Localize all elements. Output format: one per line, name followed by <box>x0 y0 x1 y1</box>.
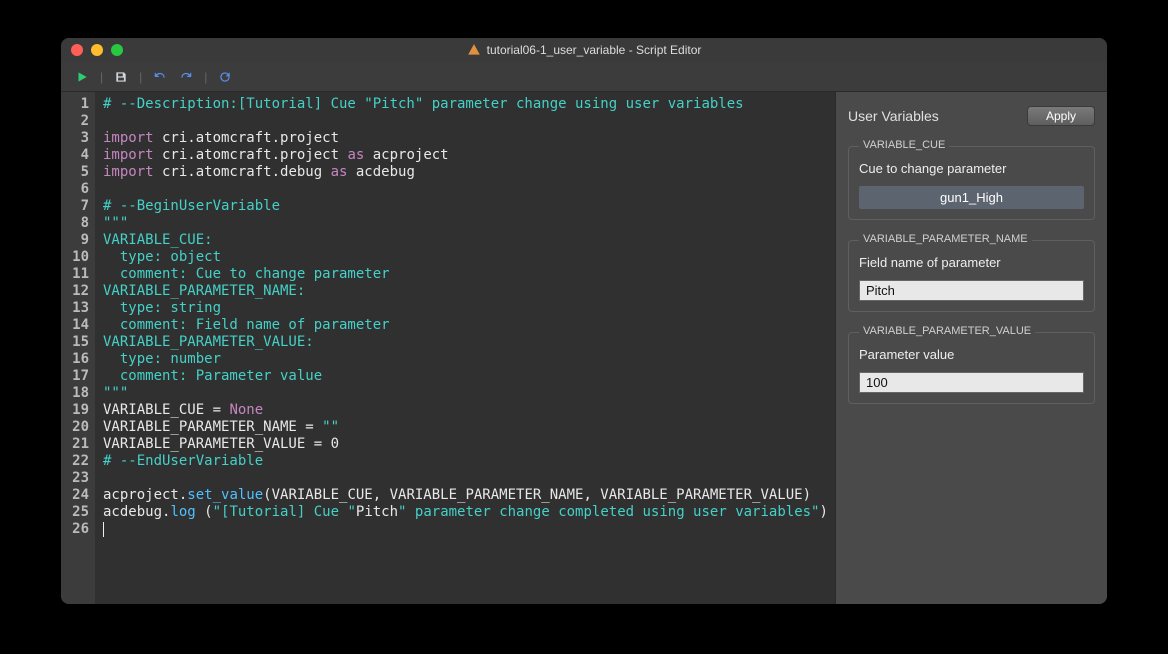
code-line[interactable]: VARIABLE_CUE = None <box>103 402 827 419</box>
maximize-button[interactable] <box>111 44 123 56</box>
code-line[interactable]: acproject.set_value(VARIABLE_CUE, VARIAB… <box>103 487 827 504</box>
code-line[interactable]: VARIABLE_PARAMETER_VALUE = 0 <box>103 436 827 453</box>
script-editor-window: tutorial06-1_user_variable - Script Edit… <box>61 38 1107 604</box>
code-line[interactable]: comment: Parameter value <box>103 368 827 385</box>
line-number: 8 <box>63 215 89 232</box>
line-number: 11 <box>63 266 89 283</box>
variable-group: VARIABLE_PARAMETER_NAMEField name of par… <box>848 240 1095 312</box>
variable-comment: Field name of parameter <box>859 255 1084 270</box>
variable-object-dropzone[interactable]: gun1_High <box>859 186 1084 209</box>
line-number: 12 <box>63 283 89 300</box>
side-header: User Variables Apply <box>848 106 1095 126</box>
line-number: 4 <box>63 147 89 164</box>
text-cursor <box>103 522 104 537</box>
toolbar: | | | <box>61 62 1107 92</box>
code-line[interactable]: VARIABLE_PARAMETER_NAME: <box>103 283 827 300</box>
window-title-text: tutorial06-1_user_variable - Script Edit… <box>487 43 702 57</box>
apply-button[interactable]: Apply <box>1027 106 1095 126</box>
code-line[interactable]: type: object <box>103 249 827 266</box>
code-line[interactable]: type: string <box>103 300 827 317</box>
line-number: 25 <box>63 504 89 521</box>
code-line[interactable]: VARIABLE_PARAMETER_NAME = "" <box>103 419 827 436</box>
toolbar-separator: | <box>201 70 210 84</box>
code-line[interactable]: comment: Cue to change parameter <box>103 266 827 283</box>
variable-name-label: VARIABLE_PARAMETER_VALUE <box>859 325 1035 337</box>
side-title: User Variables <box>848 108 939 124</box>
toolbar-separator: | <box>97 70 106 84</box>
run-button[interactable] <box>71 66 93 88</box>
code-editor[interactable]: 1234567891011121314151617181920212223242… <box>61 92 835 604</box>
line-number: 14 <box>63 317 89 334</box>
line-number: 21 <box>63 436 89 453</box>
line-number: 22 <box>63 453 89 470</box>
code-line[interactable] <box>103 470 827 487</box>
variable-name-label: VARIABLE_PARAMETER_NAME <box>859 233 1032 245</box>
code-line[interactable]: # --BeginUserVariable <box>103 198 827 215</box>
code-line[interactable]: # --Description:[Tutorial] Cue "Pitch" p… <box>103 96 827 113</box>
traffic-lights <box>71 44 123 56</box>
user-variables-panel: User Variables Apply VARIABLE_CUECue to … <box>835 92 1107 604</box>
code-line[interactable]: import cri.atomcraft.project <box>103 130 827 147</box>
code-line[interactable]: VARIABLE_CUE: <box>103 232 827 249</box>
code-line[interactable]: comment: Field name of parameter <box>103 317 827 334</box>
code-line[interactable]: type: number <box>103 351 827 368</box>
code-line[interactable]: import cri.atomcraft.project as acprojec… <box>103 147 827 164</box>
variable-comment: Cue to change parameter <box>859 161 1084 176</box>
line-number: 17 <box>63 368 89 385</box>
code-line[interactable] <box>103 113 827 130</box>
line-number: 6 <box>63 181 89 198</box>
code-line[interactable]: # --EndUserVariable <box>103 453 827 470</box>
variable-group: VARIABLE_CUECue to change parametergun1_… <box>848 146 1095 220</box>
line-number: 1 <box>63 96 89 113</box>
app-icon <box>467 43 481 57</box>
code-line[interactable]: VARIABLE_PARAMETER_VALUE: <box>103 334 827 351</box>
line-number: 23 <box>63 470 89 487</box>
line-number: 26 <box>63 521 89 538</box>
code-line[interactable]: acdebug.log ("[Tutorial] Cue "Pitch" par… <box>103 504 827 521</box>
body: 1234567891011121314151617181920212223242… <box>61 92 1107 604</box>
line-number: 18 <box>63 385 89 402</box>
line-number-gutter: 1234567891011121314151617181920212223242… <box>61 92 95 604</box>
line-number: 24 <box>63 487 89 504</box>
line-number: 20 <box>63 419 89 436</box>
line-number: 16 <box>63 351 89 368</box>
window-title: tutorial06-1_user_variable - Script Edit… <box>71 43 1097 57</box>
variable-number-input[interactable] <box>859 372 1084 393</box>
code-line[interactable]: """ <box>103 385 827 402</box>
variable-group: VARIABLE_PARAMETER_VALUEParameter value <box>848 332 1095 404</box>
line-number: 5 <box>63 164 89 181</box>
line-number: 9 <box>63 232 89 249</box>
line-number: 7 <box>63 198 89 215</box>
line-number: 2 <box>63 113 89 130</box>
variable-name-label: VARIABLE_CUE <box>859 139 949 151</box>
titlebar: tutorial06-1_user_variable - Script Edit… <box>61 38 1107 62</box>
variable-text-input[interactable] <box>859 280 1084 301</box>
line-number: 15 <box>63 334 89 351</box>
line-number: 10 <box>63 249 89 266</box>
code-line[interactable] <box>103 521 827 538</box>
save-button[interactable] <box>110 66 132 88</box>
code-line[interactable]: """ <box>103 215 827 232</box>
line-number: 19 <box>63 402 89 419</box>
toolbar-separator: | <box>136 70 145 84</box>
code-area[interactable]: # --Description:[Tutorial] Cue "Pitch" p… <box>95 92 835 604</box>
code-line[interactable] <box>103 181 827 198</box>
refresh-button[interactable] <box>214 66 236 88</box>
line-number: 3 <box>63 130 89 147</box>
code-line[interactable]: import cri.atomcraft.debug as acdebug <box>103 164 827 181</box>
variable-comment: Parameter value <box>859 347 1084 362</box>
close-button[interactable] <box>71 44 83 56</box>
minimize-button[interactable] <box>91 44 103 56</box>
undo-button[interactable] <box>149 66 171 88</box>
redo-button[interactable] <box>175 66 197 88</box>
line-number: 13 <box>63 300 89 317</box>
